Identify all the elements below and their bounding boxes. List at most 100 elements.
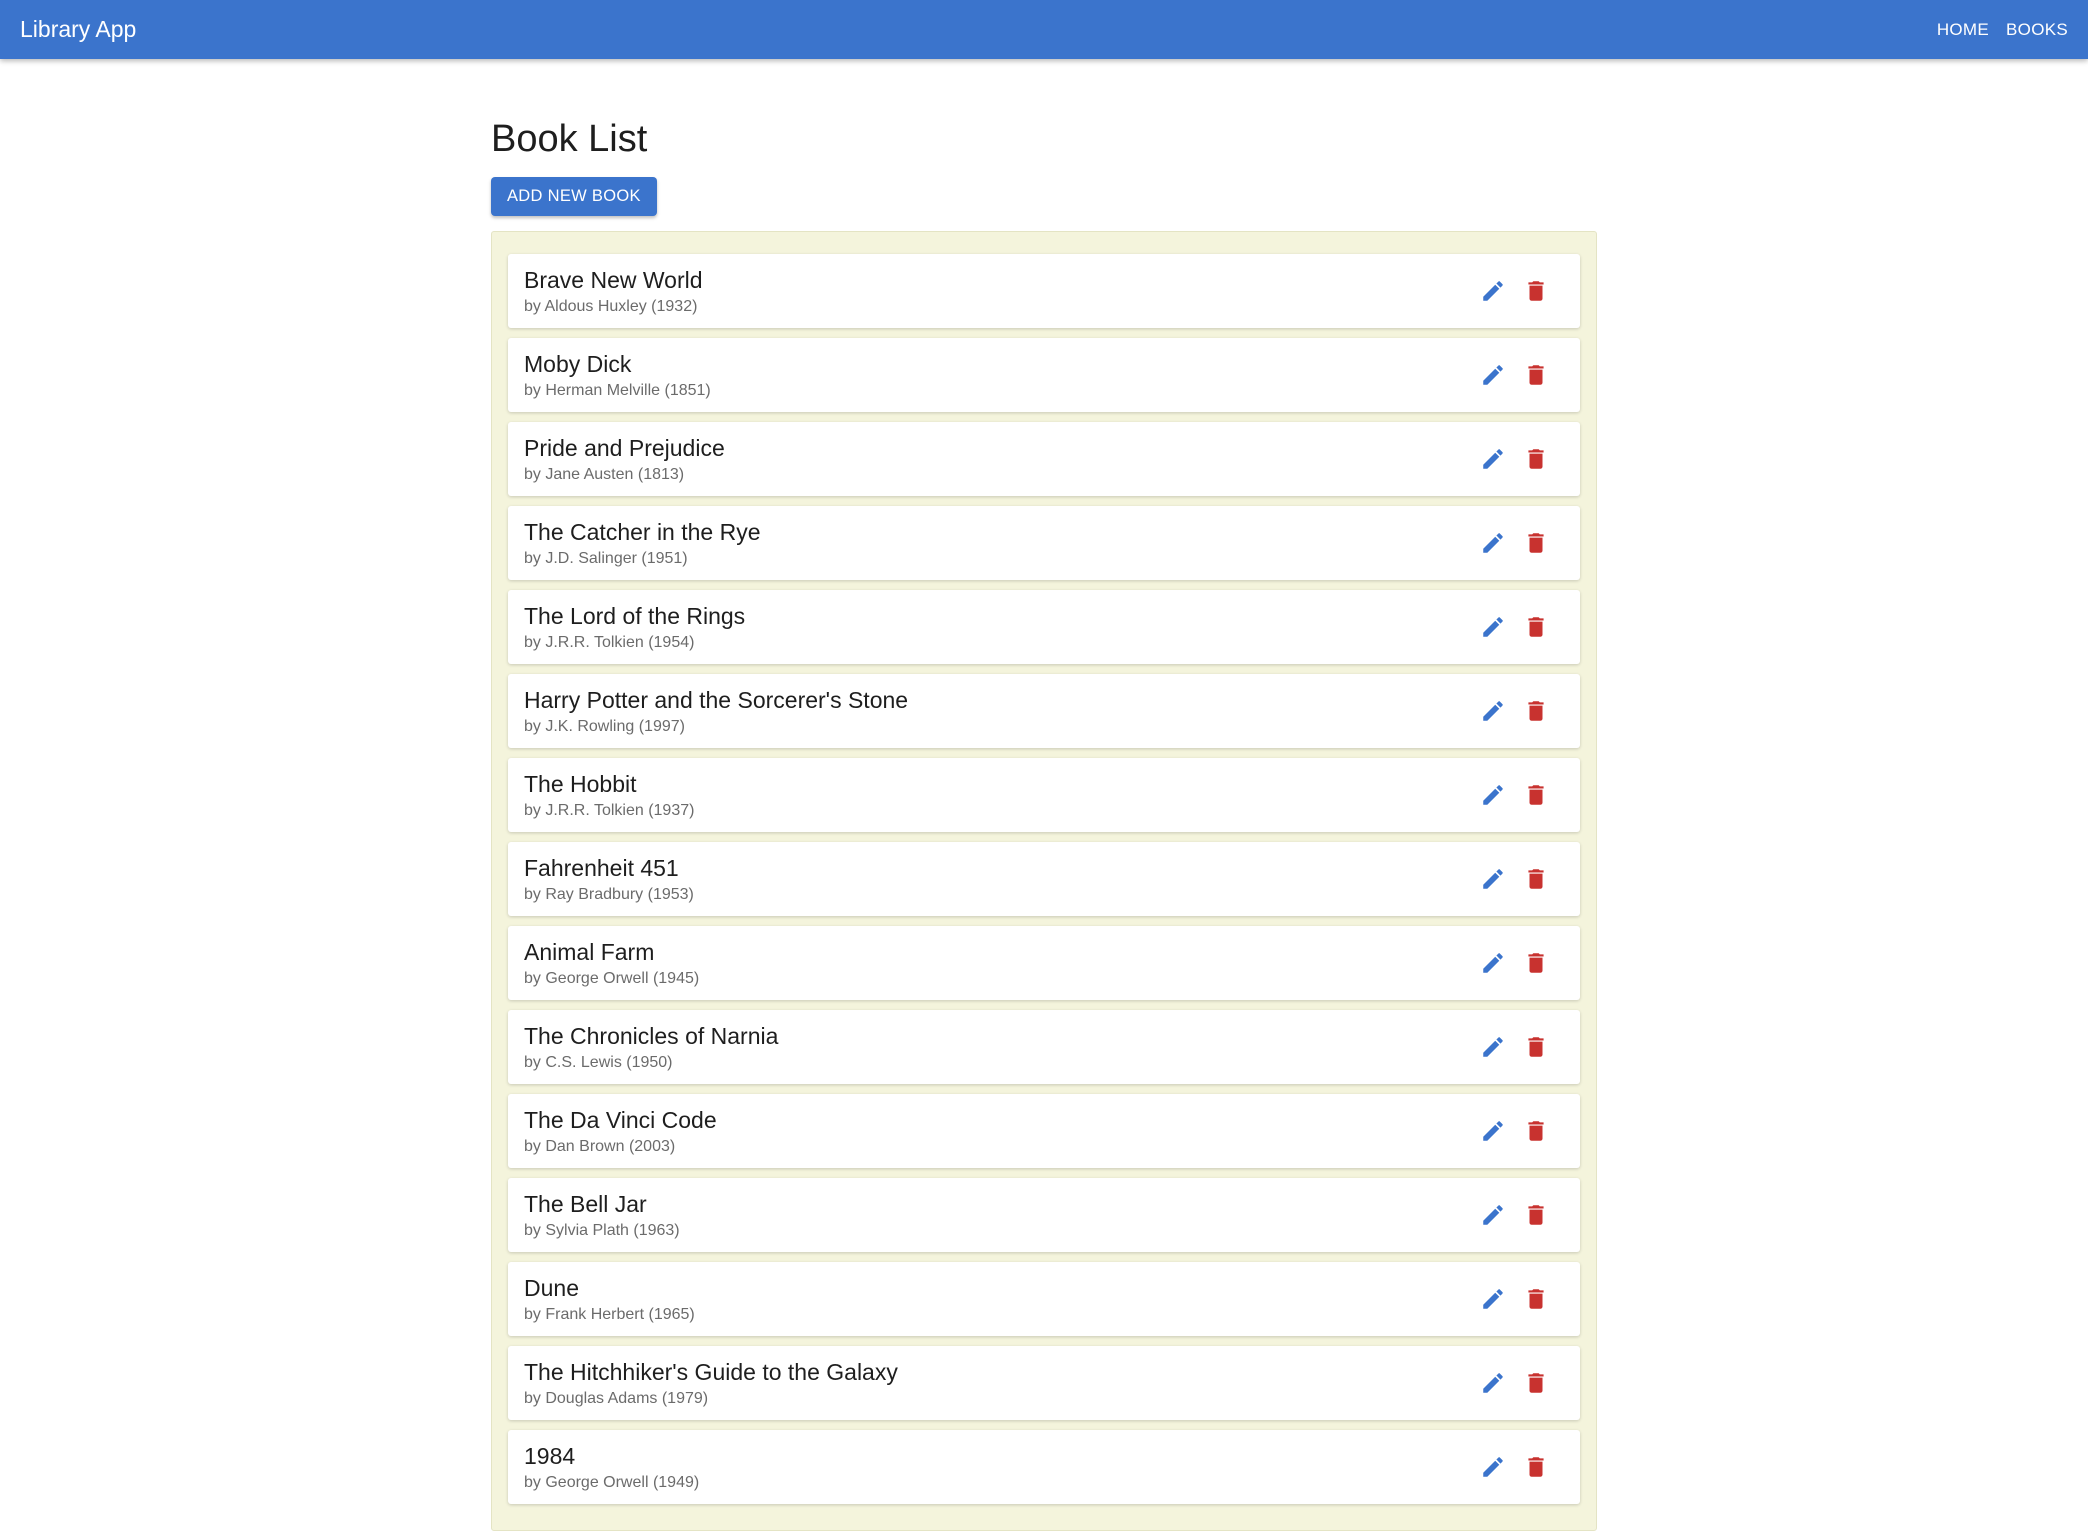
book-author-year: by Aldous Huxley (1932) [524, 298, 698, 315]
book-text: Brave New World by Aldous Huxley (1932) [524, 266, 703, 316]
book-title: The Da Vinci Code [524, 1107, 717, 1133]
book-author-year: by J.K. Rowling (1997) [524, 718, 685, 735]
book-title: The Lord of the Rings [524, 603, 746, 629]
book-actions [1466, 611, 1552, 643]
book-actions [1466, 1031, 1552, 1063]
edit-book-button[interactable] [1477, 1115, 1509, 1147]
book-text: The Lord of the Rings by J.R.R. Tolkien … [524, 602, 745, 652]
delete-book-button[interactable] [1520, 443, 1552, 475]
delete-book-button[interactable] [1520, 1115, 1552, 1147]
delete-book-button[interactable] [1520, 1199, 1552, 1231]
pencil-icon [1483, 953, 1503, 973]
nav-home-link[interactable]: HOME [1937, 20, 1989, 40]
pencil-icon [1483, 449, 1503, 469]
delete-book-button[interactable] [1520, 1367, 1552, 1399]
book-list-item: The Chronicles of Narnia by C.S. Lewis (… [508, 1010, 1580, 1084]
book-author-year: by Ray Bradbury (1953) [524, 886, 694, 903]
book-list: Brave New World by Aldous Huxley (1932) … [491, 231, 1597, 1531]
delete-book-button[interactable] [1520, 947, 1552, 979]
delete-book-button[interactable] [1520, 1451, 1552, 1483]
book-list-item: The Bell Jar by Sylvia Plath (1963) [508, 1178, 1580, 1252]
book-author-year: by Jane Austen (1813) [524, 466, 685, 483]
book-list-item: Brave New World by Aldous Huxley (1932) [508, 254, 1580, 328]
pencil-icon [1483, 1037, 1503, 1057]
book-title: Moby Dick [524, 351, 632, 377]
edit-book-button[interactable] [1477, 443, 1509, 475]
book-actions [1466, 443, 1552, 475]
book-title: The Catcher in the Rye [524, 519, 761, 545]
book-actions [1466, 779, 1552, 811]
book-text: Harry Potter and the Sorcerer's Stone by… [524, 686, 908, 736]
delete-book-button[interactable] [1520, 275, 1552, 307]
delete-book-button[interactable] [1520, 1283, 1552, 1315]
delete-book-button[interactable] [1520, 527, 1552, 559]
book-list-item: Dune by Frank Herbert (1965) [508, 1262, 1580, 1336]
book-actions [1466, 947, 1552, 979]
book-text: The Da Vinci Code by Dan Brown (2003) [524, 1106, 717, 1156]
trash-icon [1528, 1373, 1544, 1393]
trash-icon [1528, 365, 1544, 385]
book-text: Fahrenheit 451 by Ray Bradbury (1953) [524, 854, 694, 904]
book-actions [1466, 1283, 1552, 1315]
edit-book-button[interactable] [1477, 359, 1509, 391]
trash-icon [1528, 281, 1544, 301]
book-list-item: The Catcher in the Rye by J.D. Salinger … [508, 506, 1580, 580]
book-title: Brave New World [524, 267, 703, 293]
page-title: Book List [491, 118, 648, 160]
book-text: The Bell Jar by Sylvia Plath (1963) [524, 1190, 680, 1240]
book-author-year: by Herman Melville (1851) [524, 382, 711, 399]
book-list-item: The Hitchhiker's Guide to the Galaxy by … [508, 1346, 1580, 1420]
book-author-year: by Frank Herbert (1965) [524, 1306, 695, 1323]
pencil-icon [1483, 617, 1503, 637]
book-title: The Bell Jar [524, 1191, 647, 1217]
delete-book-button[interactable] [1520, 695, 1552, 727]
delete-book-button[interactable] [1520, 611, 1552, 643]
book-text: The Chronicles of Narnia by C.S. Lewis (… [524, 1022, 778, 1072]
edit-book-button[interactable] [1477, 1031, 1509, 1063]
delete-book-button[interactable] [1520, 1031, 1552, 1063]
book-title: Dune [524, 1275, 579, 1301]
edit-book-button[interactable] [1477, 779, 1509, 811]
edit-book-button[interactable] [1477, 1283, 1509, 1315]
book-list-item: Pride and Prejudice by Jane Austen (1813… [508, 422, 1580, 496]
book-actions [1466, 359, 1552, 391]
delete-book-button[interactable] [1520, 779, 1552, 811]
trash-icon [1528, 617, 1544, 637]
book-author-year: by Sylvia Plath (1963) [524, 1222, 680, 1239]
book-list-item: Animal Farm by George Orwell (1945) [508, 926, 1580, 1000]
edit-book-button[interactable] [1477, 1451, 1509, 1483]
edit-book-button[interactable] [1477, 611, 1509, 643]
pencil-icon [1483, 1457, 1503, 1477]
book-list-item: Fahrenheit 451 by Ray Bradbury (1953) [508, 842, 1580, 916]
book-title: Harry Potter and the Sorcerer's Stone [524, 687, 909, 713]
add-new-book-button[interactable]: ADD NEW BOOK [491, 177, 657, 216]
book-author-year: by George Orwell (1949) [524, 1474, 700, 1491]
app-title[interactable]: Library App [20, 16, 136, 43]
edit-book-button[interactable] [1477, 947, 1509, 979]
book-list-item: 1984 by George Orwell (1949) [508, 1430, 1580, 1504]
nav-books-link[interactable]: BOOKS [2006, 20, 2068, 40]
edit-book-button[interactable] [1477, 1199, 1509, 1231]
delete-book-button[interactable] [1520, 863, 1552, 895]
delete-book-button[interactable] [1520, 359, 1552, 391]
edit-book-button[interactable] [1477, 527, 1509, 559]
trash-icon [1528, 1121, 1544, 1141]
trash-icon [1528, 785, 1544, 805]
book-list-item: Moby Dick by Herman Melville (1851) [508, 338, 1580, 412]
edit-book-button[interactable] [1477, 275, 1509, 307]
book-author-year: by J.D. Salinger (1951) [524, 550, 688, 567]
top-nav: HOME BOOKS [1920, 20, 2068, 40]
trash-icon [1528, 953, 1544, 973]
book-author-year: by J.R.R. Tolkien (1937) [524, 802, 695, 819]
pencil-icon [1483, 365, 1503, 385]
book-title: Pride and Prejudice [524, 435, 725, 461]
book-text: 1984 by George Orwell (1949) [524, 1442, 699, 1492]
edit-book-button[interactable] [1477, 1367, 1509, 1399]
book-actions [1466, 1451, 1552, 1483]
edit-book-button[interactable] [1477, 863, 1509, 895]
book-title: The Hitchhiker's Guide to the Galaxy [524, 1359, 898, 1385]
trash-icon [1528, 1457, 1544, 1477]
book-list-item: The Hobbit by J.R.R. Tolkien (1937) [508, 758, 1580, 832]
book-title: Animal Farm [524, 939, 655, 965]
edit-book-button[interactable] [1477, 695, 1509, 727]
